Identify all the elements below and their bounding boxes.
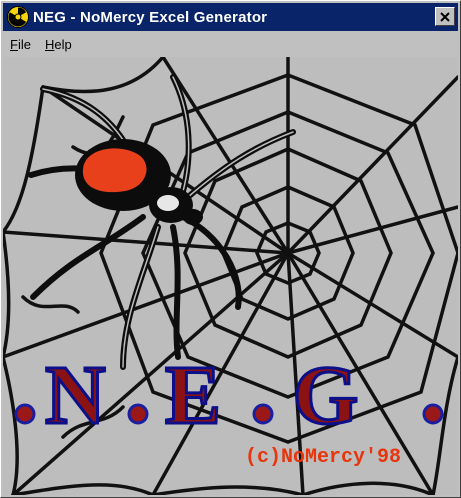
neg-logo: N E G bbox=[14, 348, 444, 444]
spiderweb-graphic: N E G (c)NoMercy'98 bbox=[3, 57, 458, 495]
logo-letter-g: G bbox=[293, 349, 358, 442]
logo-dot bbox=[127, 403, 149, 425]
window-title: NEG - NoMercy Excel Generator bbox=[33, 8, 268, 26]
logo-dot bbox=[422, 403, 444, 425]
menu-help[interactable]: Help bbox=[38, 37, 79, 52]
radiation-icon bbox=[7, 6, 29, 28]
splash-artwork: N E G (c)NoMercy'98 bbox=[3, 57, 458, 495]
logo-dot bbox=[14, 403, 36, 425]
logo-letter-n: N bbox=[45, 349, 106, 442]
logo-letter-e: E bbox=[165, 349, 221, 442]
close-button[interactable] bbox=[435, 7, 455, 26]
logo-dot bbox=[252, 403, 274, 425]
app-window: NEG - NoMercy Excel Generator File Help bbox=[0, 0, 461, 498]
close-icon bbox=[440, 11, 450, 22]
menu-bar: File Help bbox=[3, 32, 458, 56]
menu-file[interactable]: File bbox=[3, 37, 38, 52]
title-bar[interactable]: NEG - NoMercy Excel Generator bbox=[3, 3, 458, 31]
copyright-text: (c)NoMercy'98 bbox=[245, 446, 401, 469]
